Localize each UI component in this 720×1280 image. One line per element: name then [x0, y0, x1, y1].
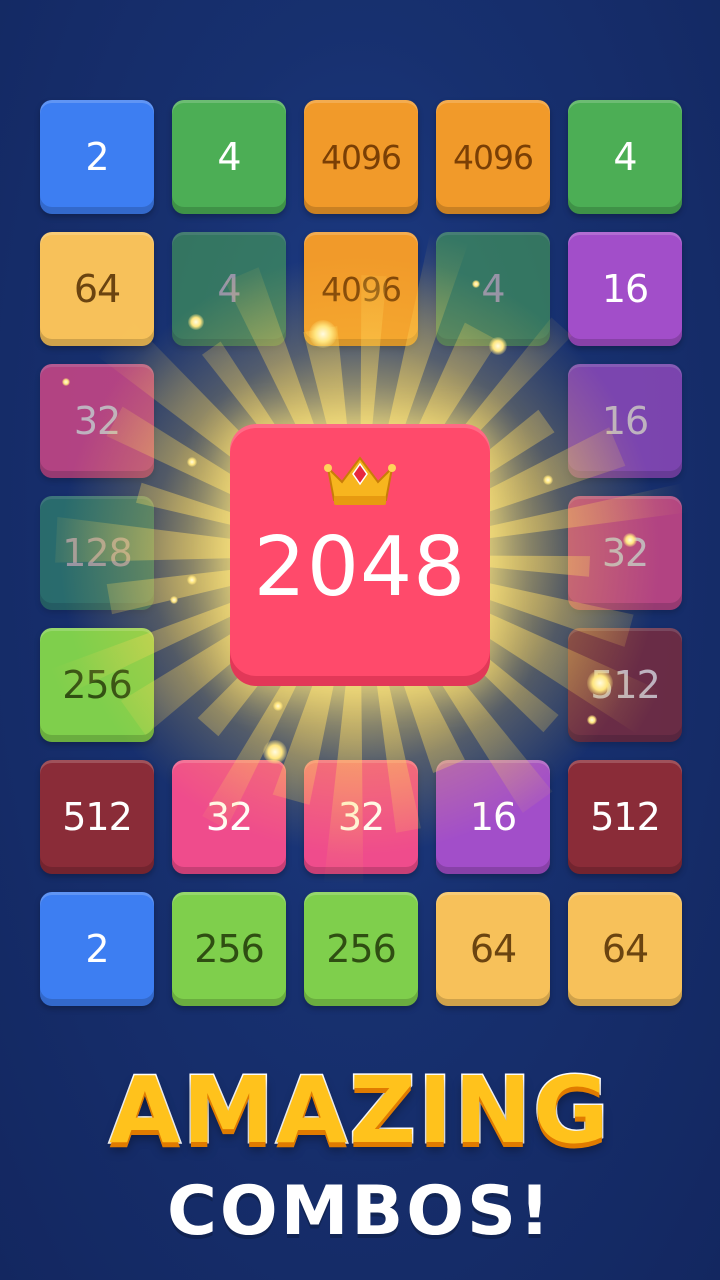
promo-subline: COMBOS! — [166, 1172, 553, 1251]
tile-256: 256 — [40, 628, 154, 742]
tile-4: 4 — [172, 232, 286, 346]
tile-4: 4 — [436, 232, 550, 346]
tile-4: 4 — [568, 100, 682, 214]
tile-128: 128 — [40, 496, 154, 610]
tile-4: 4 — [172, 100, 286, 214]
tile-32: 32 — [172, 760, 286, 874]
tile-4096: 4096 — [304, 100, 418, 214]
tile-512: 512 — [568, 760, 682, 874]
tile-2: 2 — [40, 100, 154, 214]
tile-16: 16 — [568, 232, 682, 346]
tile-4096: 4096 — [304, 232, 418, 346]
tile-64: 64 — [40, 232, 154, 346]
crown-icon — [324, 456, 396, 505]
promo-headline: AMAZING — [108, 1056, 611, 1166]
tile-64: 64 — [568, 892, 682, 1006]
tile-512: 512 — [40, 760, 154, 874]
tile-4096: 4096 — [436, 100, 550, 214]
tile-64: 64 — [436, 892, 550, 1006]
hero-tile-2048: 2048 — [230, 424, 490, 686]
tile-32: 32 — [304, 760, 418, 874]
tile-32: 32 — [568, 496, 682, 610]
tile-256: 256 — [304, 892, 418, 1006]
tile-16: 16 — [568, 364, 682, 478]
tile-2: 2 — [40, 892, 154, 1006]
tile-16: 16 — [436, 760, 550, 874]
hero-tile-value: 2048 — [253, 519, 467, 615]
tile-256: 256 — [172, 892, 286, 1006]
tile-32: 32 — [40, 364, 154, 478]
tile-512: 512 — [568, 628, 682, 742]
